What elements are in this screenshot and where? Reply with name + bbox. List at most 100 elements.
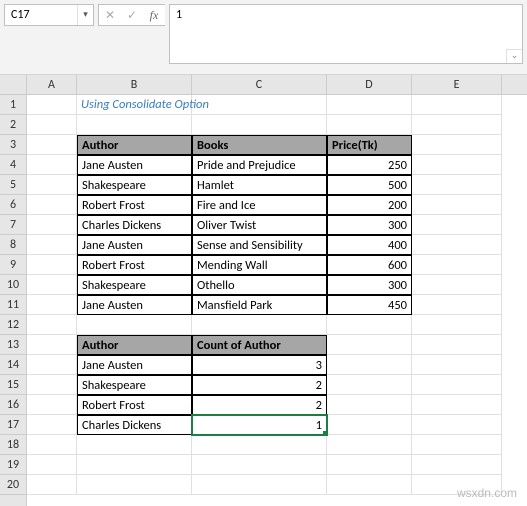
formula-bar[interactable]: 1 ⌄ — [169, 4, 523, 64]
table-row[interactable]: 2 — [192, 395, 327, 415]
cell[interactable] — [27, 195, 77, 215]
cell[interactable] — [412, 415, 502, 435]
row-header[interactable]: 2 — [0, 115, 26, 135]
cell[interactable] — [27, 295, 77, 315]
table-row[interactable]: Pride and Prejudice — [192, 155, 327, 175]
cell[interactable] — [27, 395, 77, 415]
row-header[interactable]: 8 — [0, 235, 26, 255]
cell[interactable] — [192, 115, 327, 135]
row-header[interactable]: 5 — [0, 175, 26, 195]
table-row[interactable]: 400 — [327, 235, 412, 255]
cell[interactable] — [412, 295, 502, 315]
cell[interactable] — [412, 115, 502, 135]
row-header[interactable]: 7 — [0, 215, 26, 235]
table-row[interactable]: Hamlet — [192, 175, 327, 195]
table-row[interactable]: 600 — [327, 255, 412, 275]
cell[interactable] — [327, 355, 412, 375]
cell[interactable] — [412, 375, 502, 395]
row-header[interactable]: 9 — [0, 255, 26, 275]
table-row[interactable]: 300 — [327, 275, 412, 295]
cell[interactable] — [412, 175, 502, 195]
cell[interactable] — [412, 215, 502, 235]
cell[interactable] — [327, 415, 412, 435]
select-all-corner[interactable] — [0, 75, 27, 95]
col-header-e[interactable]: E — [412, 75, 502, 94]
cell[interactable] — [27, 155, 77, 175]
row-header[interactable]: 20 — [0, 475, 26, 495]
table-row[interactable]: Robert Frost — [77, 195, 192, 215]
row-header[interactable]: 11 — [0, 295, 26, 315]
cell[interactable] — [412, 395, 502, 415]
row-header[interactable]: 3 — [0, 135, 26, 155]
cell[interactable] — [412, 235, 502, 255]
cell[interactable] — [412, 135, 502, 155]
cell[interactable] — [27, 175, 77, 195]
cell[interactable] — [27, 275, 77, 295]
table-row[interactable]: Charles Dickens — [77, 215, 192, 235]
table-row[interactable]: 450 — [327, 295, 412, 315]
row-header[interactable]: 19 — [0, 455, 26, 475]
cell[interactable] — [27, 235, 77, 255]
dropdown-icon[interactable]: ▾ — [77, 5, 93, 25]
page-title[interactable]: Using Consolidate Option — [77, 95, 192, 115]
cell[interactable] — [412, 275, 502, 295]
cell[interactable] — [327, 115, 412, 135]
cell[interactable] — [412, 435, 502, 455]
col-header-b[interactable]: B — [77, 75, 192, 94]
row-header[interactable]: 4 — [0, 155, 26, 175]
cell[interactable] — [412, 155, 502, 175]
table-row[interactable]: Othello — [192, 275, 327, 295]
cell[interactable] — [327, 435, 412, 455]
col-header-a[interactable]: A — [27, 75, 77, 94]
row-header[interactable]: 18 — [0, 435, 26, 455]
fill-handle-icon[interactable] — [323, 431, 327, 435]
col-header-d[interactable]: D — [327, 75, 412, 94]
table-row[interactable]: Charles Dickens — [77, 415, 192, 435]
grid[interactable]: Using Consolidate Option Author Books Pr… — [27, 95, 527, 506]
cell[interactable] — [412, 335, 502, 355]
row-header[interactable]: 1 — [0, 95, 26, 115]
cell[interactable] — [327, 475, 412, 495]
cell[interactable] — [27, 355, 77, 375]
cell[interactable] — [192, 315, 327, 335]
table-row[interactable]: Jane Austen — [77, 235, 192, 255]
table-row[interactable]: Shakespeare — [77, 175, 192, 195]
cell[interactable] — [77, 115, 192, 135]
table2-header-author[interactable]: Author — [77, 335, 192, 355]
row-header[interactable]: 6 — [0, 195, 26, 215]
table-row[interactable]: 2 — [192, 375, 327, 395]
cell[interactable] — [27, 375, 77, 395]
name-box[interactable]: C17 ▾ — [4, 4, 94, 26]
table-row[interactable]: Shakespeare — [77, 375, 192, 395]
cell[interactable] — [27, 255, 77, 275]
cell[interactable] — [27, 315, 77, 335]
cell[interactable] — [27, 95, 77, 115]
cell[interactable] — [327, 375, 412, 395]
row-header[interactable]: 15 — [0, 375, 26, 395]
table-row[interactable]: Shakespeare — [77, 275, 192, 295]
row-header[interactable]: 12 — [0, 315, 26, 335]
table-row[interactable]: Jane Austen — [77, 295, 192, 315]
table-row[interactable]: Mending Wall — [192, 255, 327, 275]
cell[interactable] — [412, 455, 502, 475]
cell[interactable] — [412, 195, 502, 215]
table-header-author[interactable]: Author — [77, 135, 192, 155]
cell[interactable] — [327, 455, 412, 475]
cell[interactable] — [77, 435, 192, 455]
cell[interactable] — [327, 395, 412, 415]
cell[interactable] — [192, 455, 327, 475]
cell[interactable] — [27, 475, 77, 495]
row-header[interactable]: 14 — [0, 355, 26, 375]
cell[interactable] — [192, 435, 327, 455]
table-row[interactable]: Robert Frost — [77, 395, 192, 415]
table-header-price[interactable]: Price(Tk) — [327, 135, 412, 155]
row-header[interactable]: 16 — [0, 395, 26, 415]
table-row[interactable]: 200 — [327, 195, 412, 215]
cell[interactable] — [327, 335, 412, 355]
cell[interactable] — [77, 475, 192, 495]
table-row[interactable]: Robert Frost — [77, 255, 192, 275]
col-header-c[interactable]: C — [192, 75, 327, 94]
row-header[interactable]: 10 — [0, 275, 26, 295]
fx-icon[interactable]: fx — [143, 5, 165, 25]
cancel-icon[interactable]: ✕ — [99, 5, 121, 25]
